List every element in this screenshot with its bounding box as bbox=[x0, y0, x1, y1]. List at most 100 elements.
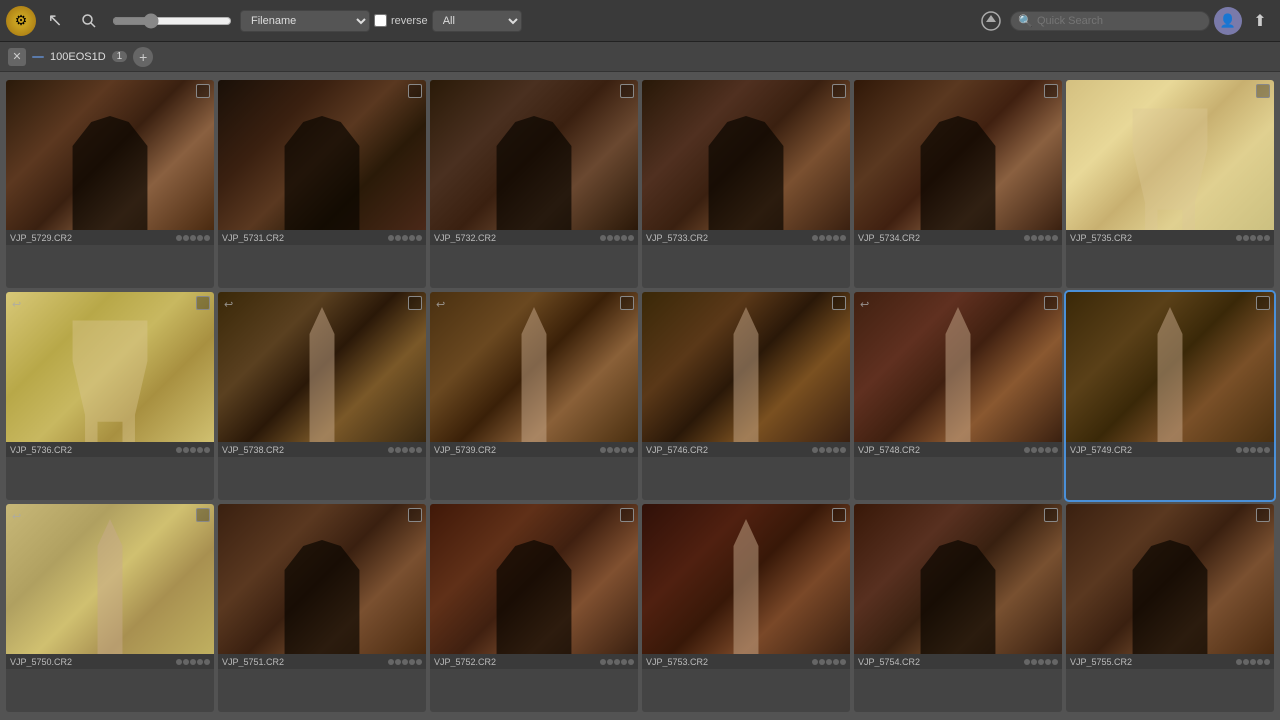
filter-select[interactable]: All 1 Star 2 Stars Flagged bbox=[432, 10, 522, 32]
photo-filename: VJP_5738.CR2 bbox=[222, 445, 388, 455]
photo-filename: VJP_5739.CR2 bbox=[434, 445, 600, 455]
photo-checkbox[interactable] bbox=[1044, 84, 1058, 98]
photo-filename: VJP_5731.CR2 bbox=[222, 233, 388, 243]
photo-checkbox[interactable] bbox=[832, 296, 846, 310]
photo-item-3[interactable]: VJP_5732.CR2 bbox=[430, 80, 638, 288]
photo-item-6[interactable]: VJP_5735.CR2 bbox=[1066, 80, 1274, 288]
photo-stars bbox=[600, 235, 634, 241]
reverse-label: reverse bbox=[374, 14, 428, 27]
photo-checkbox[interactable] bbox=[408, 296, 422, 310]
photo-stars bbox=[388, 659, 422, 665]
reverse-text: reverse bbox=[391, 15, 428, 27]
photo-filename: VJP_5753.CR2 bbox=[646, 657, 812, 667]
photo-filename: VJP_5735.CR2 bbox=[1070, 233, 1236, 243]
photo-stars bbox=[388, 235, 422, 241]
photo-item-2[interactable]: VJP_5731.CR2 bbox=[218, 80, 426, 288]
zoom-slider-container bbox=[112, 13, 232, 29]
photo-filename: VJP_5754.CR2 bbox=[858, 657, 1024, 667]
photo-item-10[interactable]: VJP_5746.CR2 bbox=[642, 292, 850, 500]
photo-checkbox[interactable] bbox=[620, 84, 634, 98]
photo-stars bbox=[1024, 447, 1058, 453]
avatar: 👤 bbox=[1214, 7, 1242, 35]
folder-name: 100EOS1D bbox=[50, 51, 106, 63]
photo-filename: VJP_5732.CR2 bbox=[434, 233, 600, 243]
folder-add-button[interactable]: + bbox=[133, 47, 153, 67]
photo-stars bbox=[1024, 235, 1058, 241]
search-input[interactable] bbox=[1010, 11, 1210, 31]
photo-stars bbox=[600, 447, 634, 453]
photo-item-1[interactable]: VJP_5729.CR2 bbox=[6, 80, 214, 288]
photo-overlay-icon: ↩ bbox=[224, 298, 233, 311]
photo-item-7[interactable]: ↩ VJP_5736.CR2 bbox=[6, 292, 214, 500]
photo-checkbox[interactable] bbox=[1044, 296, 1058, 310]
photo-overlay-icon: ↩ bbox=[12, 510, 21, 523]
photo-item-16[interactable]: VJP_5753.CR2 bbox=[642, 504, 850, 712]
photo-grid: VJP_5729.CR2 VJP_5731.CR2 VJP_5732.CR2 VJP_… bbox=[0, 72, 1280, 720]
photo-overlay-icon: ↩ bbox=[436, 298, 445, 311]
upload-button[interactable] bbox=[976, 6, 1006, 36]
cursor-tool-button[interactable]: ↖ bbox=[40, 6, 70, 36]
photo-stars bbox=[176, 447, 210, 453]
photo-stars bbox=[812, 659, 846, 665]
photo-filename: VJP_5751.CR2 bbox=[222, 657, 388, 667]
photo-stars bbox=[176, 235, 210, 241]
photo-stars bbox=[388, 447, 422, 453]
photo-stars bbox=[1024, 659, 1058, 665]
photo-item-13[interactable]: ↩ VJP_5750.CR2 bbox=[6, 504, 214, 712]
photo-item-9[interactable]: ↩ VJP_5739.CR2 bbox=[430, 292, 638, 500]
share-button[interactable]: ⬆ bbox=[1246, 7, 1274, 35]
photo-checkbox[interactable] bbox=[196, 84, 210, 98]
photo-checkbox[interactable] bbox=[196, 296, 210, 310]
zoom-slider[interactable] bbox=[112, 13, 232, 29]
photo-filename: VJP_5746.CR2 bbox=[646, 445, 812, 455]
folder-tag bbox=[32, 56, 44, 58]
photo-overlay-icon: ↩ bbox=[860, 298, 869, 311]
search-tool-button[interactable] bbox=[74, 6, 104, 36]
photo-stars bbox=[176, 659, 210, 665]
photo-filename: VJP_5755.CR2 bbox=[1070, 657, 1236, 667]
photo-filename: VJP_5748.CR2 bbox=[858, 445, 1024, 455]
photo-stars bbox=[812, 235, 846, 241]
toolbar: ⚙ ↖ Filename Date Rating reverse All 1 S… bbox=[0, 0, 1280, 42]
photo-filename: VJP_5750.CR2 bbox=[10, 657, 176, 667]
photo-checkbox[interactable] bbox=[620, 296, 634, 310]
photo-filename: VJP_5749.CR2 bbox=[1070, 445, 1236, 455]
photo-item-8[interactable]: ↩ VJP_5738.CR2 bbox=[218, 292, 426, 500]
folder-bar: ✕ 100EOS1D 1 + bbox=[0, 42, 1280, 72]
photo-item-12[interactable]: VJP_5749.CR2 bbox=[1066, 292, 1274, 500]
photo-checkbox[interactable] bbox=[1256, 296, 1270, 310]
photo-stars bbox=[1236, 235, 1270, 241]
photo-checkbox[interactable] bbox=[1256, 84, 1270, 98]
photo-filename: VJP_5734.CR2 bbox=[858, 233, 1024, 243]
photo-checkbox[interactable] bbox=[408, 84, 422, 98]
photo-stars bbox=[600, 659, 634, 665]
photo-item-11[interactable]: ↩ VJP_5748.CR2 bbox=[854, 292, 1062, 500]
photo-checkbox[interactable] bbox=[832, 84, 846, 98]
folder-count: 1 bbox=[112, 51, 128, 62]
photo-item-17[interactable]: VJP_5754.CR2 bbox=[854, 504, 1062, 712]
photo-checkbox[interactable] bbox=[832, 508, 846, 522]
photo-checkbox[interactable] bbox=[408, 508, 422, 522]
photo-item-15[interactable]: VJP_5752.CR2 bbox=[430, 504, 638, 712]
photo-stars bbox=[1236, 447, 1270, 453]
photo-checkbox[interactable] bbox=[620, 508, 634, 522]
photo-filename: VJP_5736.CR2 bbox=[10, 445, 176, 455]
photo-item-4[interactable]: VJP_5733.CR2 bbox=[642, 80, 850, 288]
photo-stars bbox=[812, 447, 846, 453]
sort-select[interactable]: Filename Date Rating bbox=[240, 10, 370, 32]
photo-item-14[interactable]: VJP_5751.CR2 bbox=[218, 504, 426, 712]
photo-stars bbox=[1236, 659, 1270, 665]
folder-close-button[interactable]: ✕ bbox=[8, 48, 26, 66]
photo-item-5[interactable]: VJP_5734.CR2 bbox=[854, 80, 1062, 288]
reverse-checkbox[interactable] bbox=[374, 14, 387, 27]
gear-button[interactable]: ⚙ bbox=[6, 6, 36, 36]
photo-filename: VJP_5729.CR2 bbox=[10, 233, 176, 243]
photo-checkbox[interactable] bbox=[1044, 508, 1058, 522]
photo-overlay-icon: ↩ bbox=[12, 298, 21, 311]
photo-checkbox[interactable] bbox=[1256, 508, 1270, 522]
photo-checkbox[interactable] bbox=[196, 508, 210, 522]
photo-filename: VJP_5752.CR2 bbox=[434, 657, 600, 667]
photo-item-18[interactable]: VJP_5755.CR2 bbox=[1066, 504, 1274, 712]
photo-filename: VJP_5733.CR2 bbox=[646, 233, 812, 243]
search-wrapper: 🔍 bbox=[1010, 11, 1210, 31]
